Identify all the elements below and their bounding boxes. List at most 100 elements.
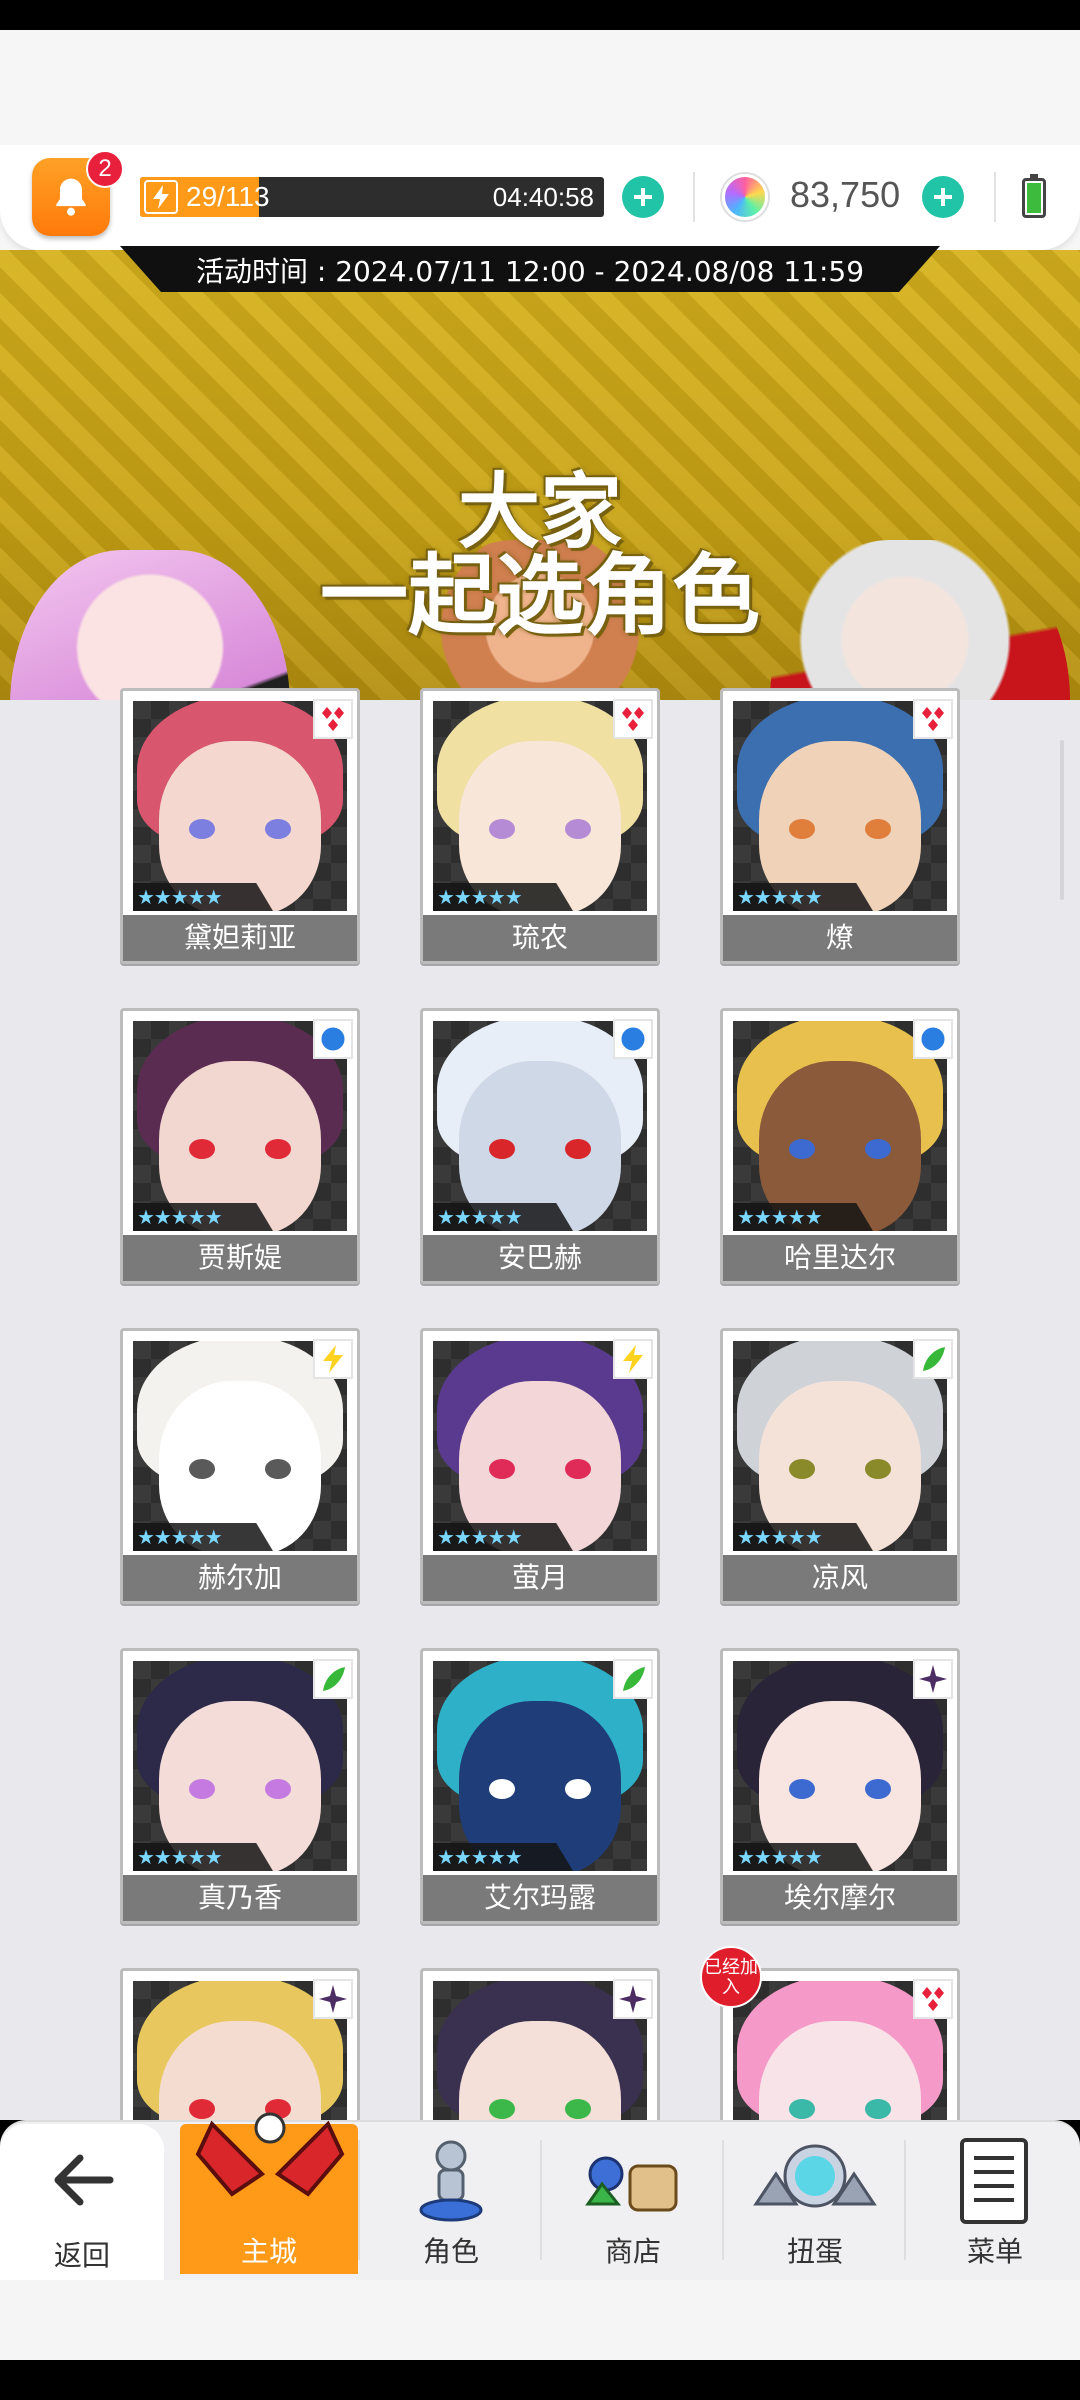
rarity-stars: ★★★★★ [133,1843,273,1871]
menu-list-icon [960,2138,1028,2224]
stamina-timer: 04:40:58 [492,182,594,212]
gesture-area [0,2280,1080,2360]
plus-icon [634,188,652,206]
back-button[interactable]: 返回 [0,2124,164,2280]
character-card[interactable]: ★★★★★ 萤月 [420,1328,660,1604]
rarity-stars: ★★★★★ [433,883,573,911]
banner-character-left [10,550,290,700]
divider [540,2140,542,2260]
add-gems-button[interactable] [922,176,964,218]
element-badge [613,1019,653,1059]
event-time: 活动时间 : 2024.07/11 12:00 - 2024.08/08 11:… [195,255,865,288]
gacha-machine-icon [753,2144,877,2208]
character-name: 黛妲莉亚 [123,915,357,961]
lightning-icon [144,180,178,214]
rarity-stars: ★★★★★ [133,1523,273,1551]
dark-star-element-icon [619,1985,647,2013]
element-badge [313,1019,353,1059]
add-stamina-button[interactable] [622,176,664,218]
rarity-stars: ★★★★★ [133,883,273,911]
character-card[interactable]: ★★★★★ 艾尔玛露 [420,1648,660,1924]
element-badge [913,1019,953,1059]
element-badge [313,1339,353,1379]
back-label: 返回 [53,2239,110,2272]
rarity-stars: ★★★★★ [433,1203,573,1231]
nav-home[interactable]: 主城 [180,2112,358,2274]
rarity-stars: ★★★★★ [733,883,873,911]
divider [722,2140,724,2260]
character-name: 凉风 [723,1555,957,1601]
character-card[interactable]: ★★★★★ 赫尔加 [120,1328,360,1604]
nav-characters-label: 角色 [422,2235,479,2268]
nav-home-label: 主城 [240,2235,297,2268]
lightning-element-icon [323,1345,343,1373]
character-card[interactable]: ★★★★★ 黛妲莉亚 [120,688,360,964]
system-status-bar [0,0,1080,30]
water-element-icon [618,1024,648,1054]
plus-icon [934,188,952,206]
element-badge [913,1659,953,1699]
element-badge [613,1339,653,1379]
dark-star-element-icon [319,1985,347,2013]
character-card[interactable]: ★★★★★ 凉风 [720,1328,960,1604]
leaf-element-icon [323,1667,345,1691]
element-badge [313,1659,353,1699]
battery-icon [1022,174,1046,218]
rarity-stars: ★★★★★ [733,1203,873,1231]
notification-badge: 2 [86,150,124,188]
diamond-element-icon [922,1987,944,2011]
nav-gacha-label: 扭蛋 [786,2235,843,2268]
character-name: 燎 [723,915,957,961]
nav-shop[interactable]: 商店 [544,2124,722,2274]
joined-badge: 已经加入 [700,1946,762,2008]
rarity-stars: ★★★★★ [733,1523,873,1551]
element-badge [613,1659,653,1699]
scrollbar[interactable] [1060,740,1064,900]
character-name: 萤月 [423,1555,657,1601]
nav-characters[interactable]: 角色 [362,2124,540,2274]
diamond-element-icon [622,707,644,731]
element-badge [913,1339,953,1379]
rarity-stars: ★★★★★ [433,1523,573,1551]
character-card[interactable]: ★★★★★ 安巴赫 [420,1008,660,1284]
gem-count: 83,750 [790,174,901,215]
lightning-element-icon [623,1345,643,1373]
dark-star-element-icon [919,1665,947,1693]
banner-title-line2: 一起选角色 [319,544,760,648]
water-element-icon [318,1024,348,1054]
figure-icon [419,2140,483,2222]
character-name: 琉农 [423,915,657,961]
rarity-stars: ★★★★★ [433,1843,573,1871]
system-nav-bar [0,2360,1080,2400]
divider [358,2140,360,2260]
rarity-stars: ★★★★★ [733,1843,873,1871]
character-card[interactable]: ★★★★★ 哈里达尔 [720,1008,960,1284]
character-card[interactable]: ★★★★★ 燎 [720,688,960,964]
banner-character-right [770,540,1070,700]
stamina-value: 29/113 [186,181,270,212]
character-card[interactable]: ★★★★★ 真乃香 [120,1648,360,1924]
character-name: 哈里达尔 [723,1235,957,1281]
castle-wings-icon [195,2112,345,2197]
character-card[interactable]: ★★★★★ 琉农 [420,688,660,964]
diamond-element-icon [322,707,344,731]
character-name: 真乃香 [123,1875,357,1921]
element-badge [913,1979,953,2019]
diamond-element-icon [922,707,944,731]
rarity-stars: ★★★★★ [133,1203,273,1231]
element-badge [613,1979,653,2019]
arrow-left-icon [54,2154,114,2206]
leaf-element-icon [623,1667,645,1691]
character-card[interactable]: ★★★★★ 埃尔摩尔 [720,1648,960,1924]
nav-menu[interactable]: 菜单 [906,2124,1080,2274]
stamina-bar: 29/113 04:40:58 [140,177,604,217]
gem-icon [722,174,768,220]
nav-shop-label: 商店 [604,2235,661,2268]
element-badge [613,699,653,739]
character-card[interactable]: ★★★★★ 贾斯媞 [120,1008,360,1284]
element-badge [313,699,353,739]
nav-gacha[interactable]: 扭蛋 [726,2124,904,2274]
character-name: 赫尔加 [123,1555,357,1601]
nav-menu-label: 菜单 [966,2235,1023,2268]
character-name: 安巴赫 [423,1235,657,1281]
